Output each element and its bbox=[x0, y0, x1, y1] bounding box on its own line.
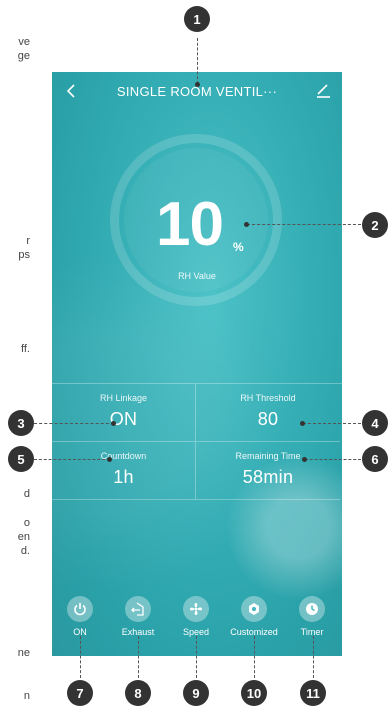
side-text-2: ge bbox=[17, 50, 30, 62]
fan-icon bbox=[190, 603, 202, 615]
app-screen: SINGLE ROOM VENTIL··· 10 % RH Value RH L… bbox=[52, 72, 342, 656]
rh-threshold-cell[interactable]: RH Threshold 80 bbox=[196, 384, 340, 442]
power-icon bbox=[74, 603, 86, 616]
status-grid: RH Linkage ON RH Threshold 80 Countdown … bbox=[52, 383, 342, 502]
callout-badge-11: 11 bbox=[300, 680, 326, 706]
side-text-9: d. bbox=[20, 545, 30, 557]
exhaust-icon bbox=[131, 602, 144, 616]
callout-line-6 bbox=[305, 459, 361, 460]
side-text-10: ne bbox=[17, 647, 30, 659]
rh-threshold-label: RH Threshold bbox=[240, 393, 296, 403]
callout-dot-3 bbox=[111, 421, 116, 426]
callout-dot-6 bbox=[302, 457, 307, 462]
speed-button[interactable]: Speed bbox=[168, 596, 224, 637]
rh-linkage-label: RH Linkage bbox=[99, 393, 148, 403]
side-text-11: n bbox=[23, 690, 30, 702]
side-text-5: ff. bbox=[21, 343, 30, 355]
callout-badge-6: 6 bbox=[362, 446, 388, 472]
side-text-3: r bbox=[26, 235, 30, 247]
side-text-7: o bbox=[23, 517, 30, 529]
rh-label: RH Value bbox=[178, 271, 216, 281]
callout-dot-1 bbox=[195, 82, 200, 87]
callout-line-9 bbox=[196, 636, 197, 678]
callout-badge-5: 5 bbox=[8, 446, 34, 472]
side-text-8: en bbox=[17, 531, 30, 543]
rh-linkage-cell[interactable]: RH Linkage ON bbox=[52, 384, 196, 442]
rh-linkage-value: ON bbox=[109, 409, 138, 429]
side-text-4: ps bbox=[18, 249, 30, 261]
callout-dot-4 bbox=[300, 421, 305, 426]
callout-line-3 bbox=[34, 423, 114, 424]
callout-badge-2: 2 bbox=[362, 212, 388, 238]
exhaust-button[interactable]: Exhaust bbox=[110, 596, 166, 637]
side-text-1: ve bbox=[18, 36, 30, 48]
callout-line-2 bbox=[247, 224, 361, 225]
hexagon-icon bbox=[249, 603, 259, 615]
callout-badge-3: 3 bbox=[8, 410, 34, 436]
countdown-cell[interactable]: Countdown 1h bbox=[52, 442, 196, 500]
back-icon[interactable] bbox=[62, 80, 82, 102]
rh-unit: % bbox=[233, 240, 244, 254]
callout-badge-8: 8 bbox=[125, 680, 151, 706]
callout-dot-5 bbox=[107, 457, 112, 462]
remaining-time-cell: Remaining Time 58min bbox=[196, 442, 340, 500]
side-text-6: d bbox=[23, 488, 30, 500]
callout-badge-9: 9 bbox=[183, 680, 209, 706]
timer-button[interactable]: Timer bbox=[284, 596, 340, 637]
countdown-value: 1h bbox=[113, 467, 134, 487]
callout-line-1 bbox=[197, 38, 198, 84]
remaining-time-value: 58min bbox=[242, 467, 294, 487]
edit-icon[interactable] bbox=[314, 81, 332, 99]
callout-badge-10: 10 bbox=[241, 680, 267, 706]
callout-line-11 bbox=[313, 636, 314, 678]
timer-label: Timer bbox=[300, 627, 324, 637]
customized-button[interactable]: Customized bbox=[226, 596, 282, 637]
clock-icon bbox=[306, 603, 318, 615]
callout-badge-1: 1 bbox=[184, 6, 210, 32]
power-button[interactable]: ON bbox=[52, 596, 108, 637]
callout-line-10 bbox=[254, 636, 255, 678]
callout-line-8 bbox=[138, 636, 139, 678]
rh-value: 10 bbox=[156, 190, 224, 259]
callout-line-4 bbox=[303, 423, 361, 424]
callout-badge-4: 4 bbox=[362, 410, 388, 436]
callout-line-5 bbox=[34, 459, 110, 460]
callout-badge-7: 7 bbox=[67, 680, 93, 706]
rh-threshold-value: 80 bbox=[257, 409, 279, 429]
callout-dot-2 bbox=[244, 222, 249, 227]
callout-line-7 bbox=[80, 636, 81, 678]
